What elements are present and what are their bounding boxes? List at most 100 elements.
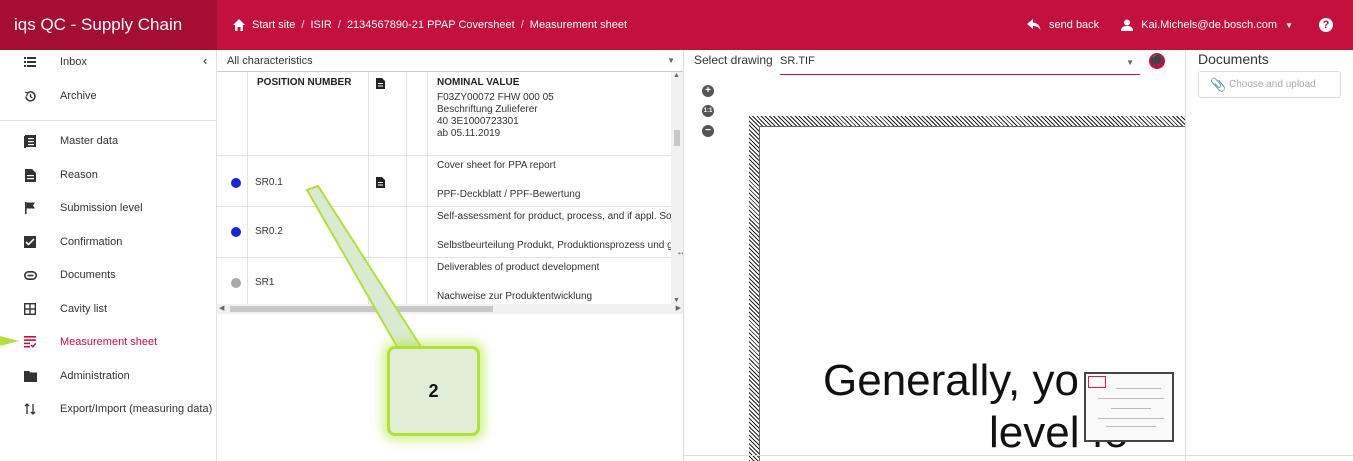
sidebar-item-label: Measurement sheet (60, 336, 158, 348)
header-cell-document (368, 72, 406, 155)
drawing-canvas[interactable]: Generally, yo level fo (749, 116, 1185, 461)
drawing-viewer: Select drawing SR.TIF ▼ ⚫ + 1:1 − Genera… (683, 50, 1185, 461)
help-icon[interactable]: ? (1319, 18, 1333, 32)
position-cell: SR0.2 (247, 207, 368, 257)
book-icon (23, 134, 37, 148)
reply-icon (1027, 19, 1041, 30)
drawing-select-value: SR.TIF (780, 55, 815, 67)
minimap-line (1106, 426, 1156, 427)
user-email: Kai.Michels@de.bosch.com (1141, 19, 1278, 31)
header-actions: send back Kai.Michels@de.bosch.com ▼ ? (1027, 0, 1353, 50)
nominal-line: Beschriftung Zulieferer (437, 104, 538, 115)
characteristics-filter-select[interactable]: All characteristics ▼ (217, 50, 683, 72)
document-cell[interactable] (368, 156, 406, 206)
drawing-select[interactable]: SR.TIF ▼ (780, 53, 1140, 75)
position-number: SR0.1 (255, 177, 283, 188)
sidebar-item-label: Documents (60, 269, 116, 281)
table-row[interactable]: SR0.1 Cover sheet for PPA report PPF-Dec… (217, 156, 671, 207)
check-box-icon (23, 235, 37, 249)
position-cell: SR0.1 (247, 156, 368, 206)
drawing-border (749, 116, 759, 461)
send-back-label: send back (1049, 19, 1100, 31)
scroll-up-icon[interactable]: ▲ (673, 72, 680, 79)
sidebar-item-label: Export/Import (measuring data) (60, 403, 213, 415)
sidebar-item-cavity-list[interactable]: Cavity list (0, 294, 217, 324)
zoom-in-icon[interactable]: + (702, 85, 714, 97)
zoom-reset-icon[interactable]: 1:1 (702, 105, 714, 117)
table-header-row: POSITION NUMBER NOMINAL VALUE F03ZY00072… (217, 72, 671, 156)
table-row[interactable]: SR0.2 Self-assessment for product, proce… (217, 207, 671, 258)
table-row[interactable]: SR1 Deliverables of product development … (217, 258, 671, 304)
select-drawing-label: Select drawing (694, 53, 773, 67)
scrollbar-thumb[interactable] (230, 306, 493, 312)
chevron-down-icon: ▼ (1126, 58, 1134, 67)
viewer-footer (684, 455, 1185, 461)
header-cell-position[interactable]: POSITION NUMBER (247, 72, 368, 155)
position-number: SR1 (255, 277, 275, 288)
sidebar-item-label: Administration (60, 370, 130, 382)
callout-step-badge: 2 (387, 346, 480, 436)
drawing-text: Generally, yo (823, 356, 1079, 405)
breadcrumb-start-site[interactable]: Start site (252, 0, 295, 50)
header-position-label: POSITION NUMBER (257, 77, 352, 88)
nominal-text: Deliverables of product development (437, 262, 600, 273)
grid-icon (23, 302, 37, 316)
breadcrumb-separator: / (337, 19, 341, 31)
send-back-button[interactable]: send back (1027, 19, 1099, 31)
minimap-viewport[interactable] (1088, 376, 1106, 388)
scroll-right-icon[interactable]: ▶ (676, 304, 681, 314)
header-cell-blank (406, 72, 427, 155)
history-icon (23, 89, 37, 103)
characteristics-table: POSITION NUMBER NOMINAL VALUE F03ZY00072… (217, 72, 671, 304)
upload-label: Choose and upload (1229, 79, 1316, 90)
breadcrumb-isir[interactable]: ISIR (310, 0, 331, 50)
sidebar-item-administration[interactable]: Administration (0, 361, 217, 391)
blank-cell (406, 156, 427, 206)
sidebar: ‹ Inbox Archive Master data Reason Submi… (0, 50, 217, 461)
sidebar-item-label: Confirmation (60, 236, 123, 248)
sidebar-item-archive[interactable]: Archive (0, 81, 217, 111)
blank-cell (406, 258, 427, 304)
scroll-down-icon[interactable]: ▼ (673, 297, 680, 304)
status-dot (231, 227, 241, 237)
attachment-icon[interactable]: ⚫ (1149, 53, 1165, 69)
position-cell: SR1 (247, 258, 368, 304)
user-menu[interactable]: Kai.Michels@de.bosch.com ▼ (1121, 19, 1293, 31)
horizontal-scrollbar[interactable]: ◀ ▶ (217, 304, 683, 314)
sidebar-item-master-data[interactable]: Master data (0, 126, 217, 156)
sidebar-item-documents[interactable]: Documents (0, 260, 217, 290)
position-number: SR0.2 (255, 226, 283, 237)
scrollbar-thumb[interactable] (674, 130, 680, 146)
app-root: iqs QC - Supply Chain Start site / ISIR … (0, 0, 1353, 461)
app-title[interactable]: iqs QC - Supply Chain (0, 0, 217, 50)
document-icon[interactable] (376, 177, 385, 188)
breadcrumb: Start site / ISIR / 2134567890-21 PPAP C… (232, 0, 627, 50)
scroll-left-icon[interactable]: ◀ (219, 304, 224, 314)
nominal-line: 40 3E1000723301 (437, 116, 519, 127)
sidebar-item-measurement-sheet[interactable]: Measurement sheet (0, 327, 217, 357)
sidebar-item-submission-level[interactable]: Submission level (0, 193, 217, 223)
document-cell (368, 258, 406, 304)
header-cell-nominal[interactable]: NOMINAL VALUE F03ZY00072 FHW 000 05 Besc… (427, 72, 671, 155)
documents-title: Documents (1198, 51, 1269, 67)
breadcrumb-coversheet[interactable]: 2134567890-21 PPAP Coversheet (347, 0, 515, 50)
checklist-icon (23, 335, 37, 349)
nominal-text: PPF-Deckblatt / PPF-Bewertung (437, 189, 581, 200)
minimap-line (1116, 388, 1161, 389)
sidebar-item-confirmation[interactable]: Confirmation (0, 227, 217, 257)
zoom-out-icon[interactable]: − (702, 125, 714, 137)
home-icon[interactable] (232, 18, 246, 32)
vertical-scrollbar[interactable]: ▲ ▼ (671, 72, 683, 304)
minimap-line (1111, 408, 1151, 409)
sidebar-item-label: Inbox (60, 56, 87, 68)
drawing-minimap[interactable] (1084, 372, 1174, 442)
sidebar-item-inbox[interactable]: Inbox (0, 47, 217, 77)
sidebar-item-export-import[interactable]: Export/Import (measuring data) (0, 394, 217, 424)
nominal-line: F03ZY00072 FHW 000 05 (437, 92, 554, 103)
sidebar-item-reason[interactable]: Reason (0, 160, 217, 190)
link-icon (23, 268, 37, 282)
choose-upload-button[interactable]: 📎 Choose and upload (1198, 71, 1341, 98)
nominal-cell: Cover sheet for PPA report PPF-Deckblatt… (427, 156, 671, 206)
filter-value: All characteristics (227, 55, 313, 67)
nominal-header-block: NOMINAL VALUE F03ZY00072 FHW 000 05 Besc… (437, 77, 554, 140)
